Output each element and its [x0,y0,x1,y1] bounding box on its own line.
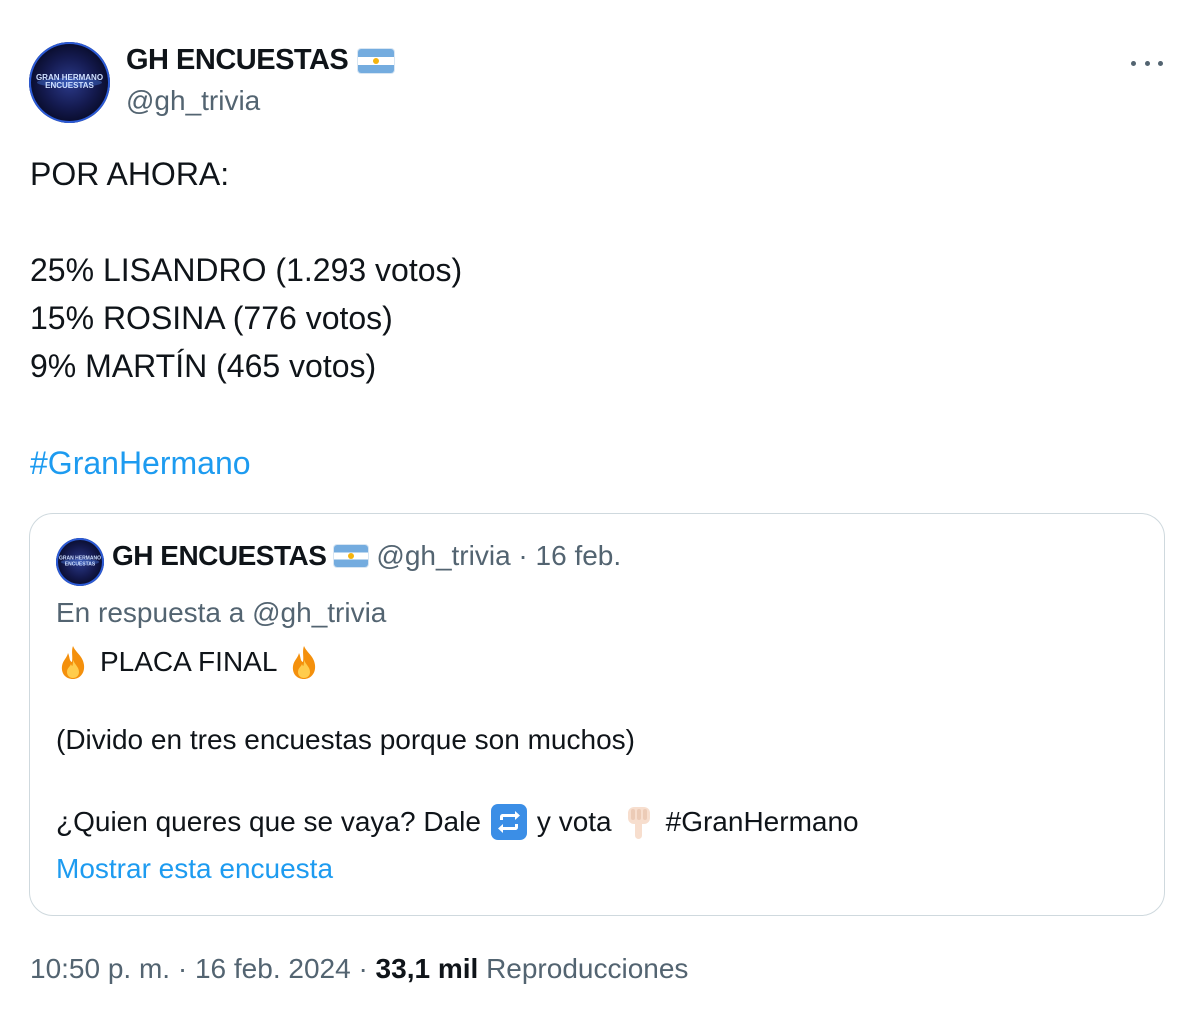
tweet-timestamp[interactable]: 10:50 p. m. · 16 feb. 2024 · [30,953,368,984]
quoted-note: (Divido en tres encuestas porque son muc… [56,724,635,755]
author-handle[interactable]: @gh_trivia [126,85,260,117]
tweet-text-line: POR AHORA: [30,156,230,192]
views-label: Reproducciones [486,953,689,984]
quoted-question-line: ¿Quien queres que se vaya? Dale y vota #… [56,804,859,840]
avatar-logo-line2: ENCUESTAS [64,561,96,567]
quoted-title: PLACA FINAL [100,646,278,677]
tweet: GRAN HERMANO ENCUESTAS GH ENCUESTAS @gh_… [0,0,1200,1013]
tweet-footer: 10:50 p. m. · 16 feb. 2024 · 33,1 mil Re… [30,953,688,985]
avatar-logo-line2: ENCUESTAS [45,81,94,91]
tweet-text-line: 9% MARTÍN (465 votos) [30,348,377,384]
quoted-reply-to: En respuesta a @gh_trivia [56,597,387,628]
quoted-avatar[interactable]: GRAN HERMANO ENCUESTAS [56,538,104,586]
quoted-title-line: PLACA FINAL [56,644,321,680]
fire-icon [287,644,321,680]
quoted-handle-date: @gh_trivia · 16 feb. [376,540,622,571]
quoted-question-mid: y vota [536,806,612,837]
argentina-flag-icon [358,48,395,73]
author-display-name[interactable]: GH ENCUESTAS [126,44,395,77]
avatar-logo: GRAN HERMANO ENCUESTAS [56,556,104,568]
avatar[interactable]: GRAN HERMANO ENCUESTAS [29,42,110,123]
more-dot [1158,60,1163,66]
fire-icon [56,644,90,680]
backhand-index-pointing-down-icon [622,804,656,840]
more-horizontal-icon[interactable] [1131,56,1163,70]
tweet-text-line: 15% ROSINA (776 votos) [30,300,393,336]
views-count: 33,1 mil [375,953,479,984]
quoted-question-text: ¿Quien queres que se vaya? Dale [56,806,481,837]
tweet-text-line: 25% LISANDRO (1.293 votos) [30,252,463,288]
argentina-flag-icon [334,545,369,567]
quoted-hashtag: #GranHermano [665,806,859,837]
more-dot [1144,60,1150,66]
repeat-icon [490,804,527,840]
show-poll-link[interactable]: Mostrar esta encuesta [56,853,333,885]
author-name-text: GH ENCUESTAS [126,44,349,76]
more-dot [1131,60,1136,66]
quoted-display-name[interactable]: GH ENCUESTAS [112,540,327,572]
avatar-logo: GRAN HERMANO ENCUESTAS [29,73,110,92]
quoted-header: GH ENCUESTAS @gh_trivia · 16 feb. [112,540,621,572]
tweet-hashtag[interactable]: #GranHermano [30,445,251,482]
